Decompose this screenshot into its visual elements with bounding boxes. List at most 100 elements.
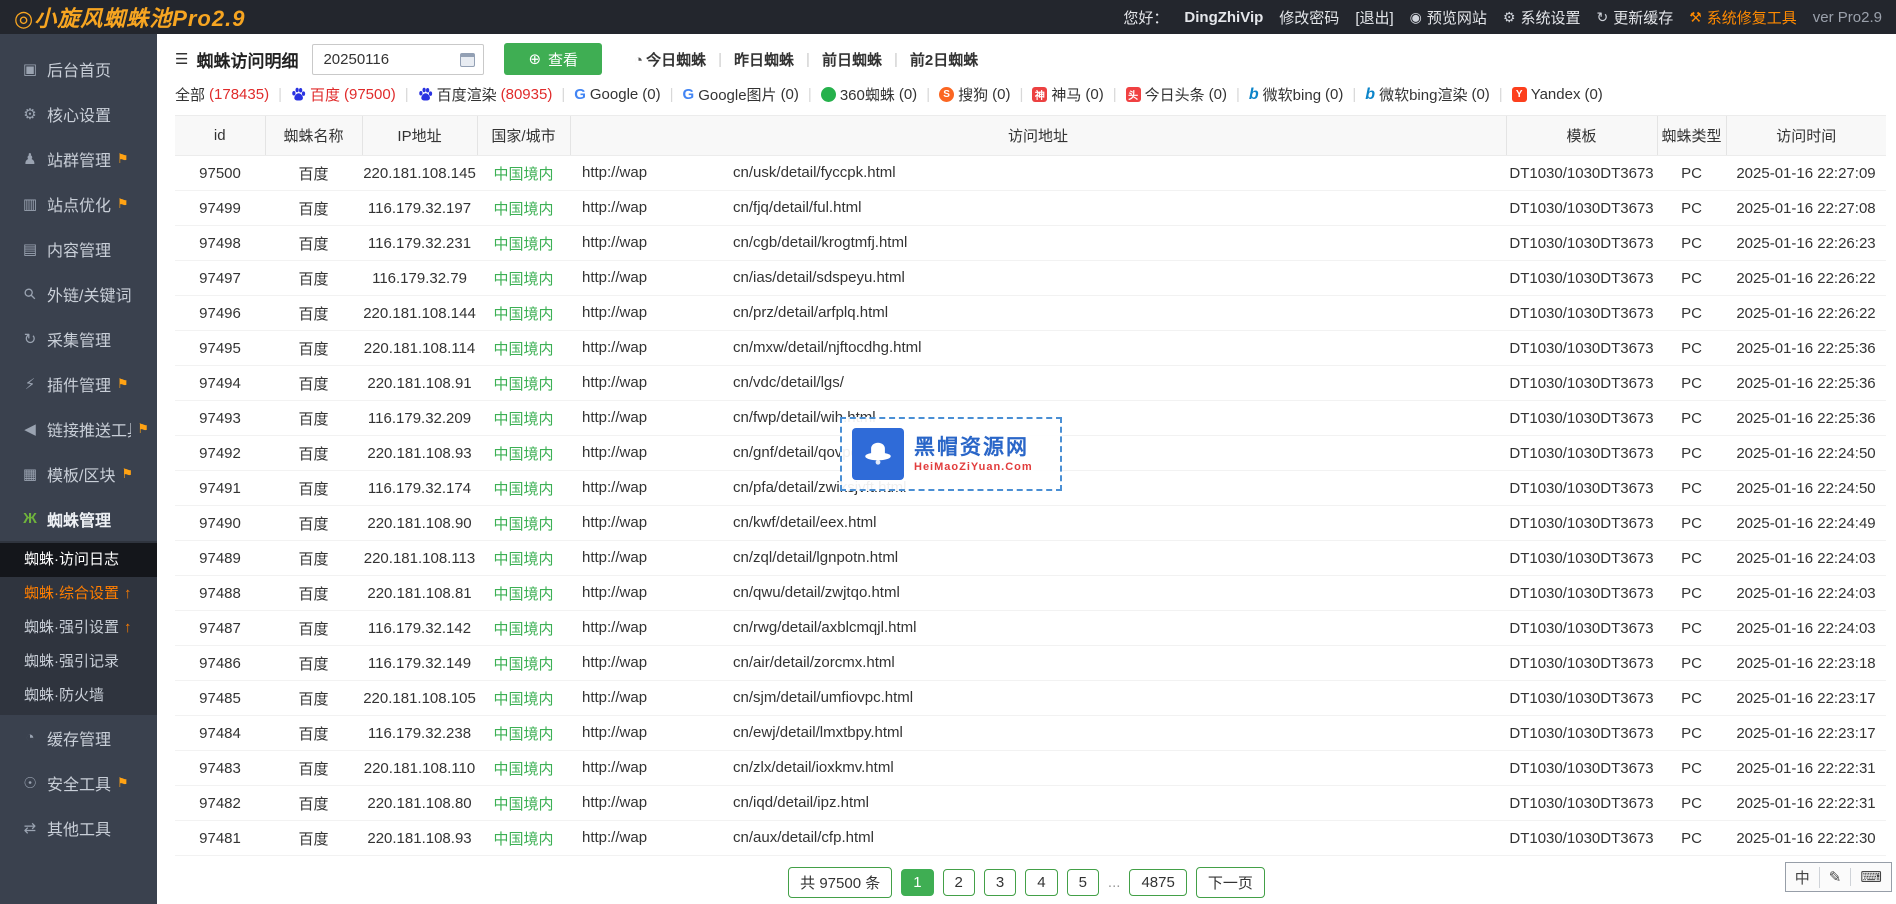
view-button[interactable]: ⊕ 查看 <box>504 43 602 75</box>
filter-item-11[interactable]: YYandex(0) <box>1512 86 1603 103</box>
ime-pen-icon[interactable]: ✎ <box>1820 868 1852 886</box>
sidebar-item-collect-manage[interactable]: ↻采集管理 <box>0 316 157 361</box>
quick-link-0[interactable]: ◔今日蜘蛛 <box>634 49 706 70</box>
sidebar-item-cache-manage[interactable]: ◔缓存管理 <box>0 715 157 760</box>
cell-time: 2025-01-16 22:26:22 <box>1726 261 1886 296</box>
url-path: cn/prz/detail/arfplq.html <box>733 304 888 321</box>
sidebar-item-spider-manage[interactable]: Ж蜘蛛管理 <box>0 496 157 541</box>
cell-time: 2025-01-16 22:23:17 <box>1726 681 1886 716</box>
page-button-下一页[interactable]: 下一页 <box>1196 867 1265 898</box>
logout-link[interactable]: [退出] <box>1355 7 1393 28</box>
quick-link-2[interactable]: 前日蜘蛛 <box>822 49 882 70</box>
blocks-icon: ▦ <box>18 465 42 483</box>
filter-count: (0) <box>642 86 660 103</box>
cell-id: 97500 <box>175 156 265 191</box>
column-header-6: 蜘蛛类型 <box>1657 116 1726 156</box>
ime-toolbar[interactable]: 中✎⌨ <box>1785 862 1892 892</box>
sidebar-subitem-spider-force-settings[interactable]: 蜘蛛·强引设置↑ <box>0 611 157 645</box>
sidebar-item-site-optimize[interactable]: ▥站点优化⚑ <box>0 181 157 226</box>
cell-url: http://wapcn/ias/detail/sdspeyu.html <box>570 261 1506 296</box>
preview-site-link[interactable]: ◉ 预览网站 <box>1410 7 1487 28</box>
cell-id: 97484 <box>175 716 265 751</box>
cell-spider-type: PC <box>1657 716 1726 751</box>
page-button-4875[interactable]: 4875 <box>1129 869 1186 896</box>
topbar-menu: 您好： DingZhiVip 修改密码 [退出] ◉ 预览网站 ⚙ 系统设置 ↻… <box>1123 7 1882 28</box>
filter-item-2[interactable]: 百度渲染(80935) <box>418 84 553 105</box>
sync-icon: ↻ <box>18 330 42 348</box>
filter-item-8[interactable]: 头今日头条(0) <box>1126 84 1227 105</box>
region-label: 中国境内 <box>493 446 553 463</box>
cell-spider-type: PC <box>1657 541 1726 576</box>
repair-tool-link[interactable]: ⚒ 系统修复工具 <box>1689 7 1797 28</box>
filter-item-6[interactable]: S搜狗(0) <box>939 84 1010 105</box>
sidebar-item-dashboard[interactable]: ▣后台首页 <box>0 46 157 91</box>
page-button-1[interactable]: 1 <box>901 869 933 896</box>
sidebar-subitem-spider-firewall[interactable]: 蜘蛛·防火墙 <box>0 679 157 713</box>
page-button-5[interactable]: 5 <box>1067 869 1099 896</box>
sidebar-item-link-push-tools[interactable]: ◀链接推送工具⚑ <box>0 406 157 451</box>
filter-item-3[interactable]: GGoogle(0) <box>574 86 660 103</box>
timer-icon: ◔ <box>18 729 42 746</box>
sidebar-item-label: 核心设置 <box>47 102 111 126</box>
cell-id: 97481 <box>175 821 265 856</box>
sidebar-subitem-label: 蜘蛛·强引设置 <box>24 619 119 636</box>
filter-item-1[interactable]: 百度(97500) <box>291 84 396 105</box>
sidebar-item-links-keywords[interactable]: ⚲外链/关键词 <box>0 271 157 316</box>
date-input[interactable] <box>312 44 484 75</box>
sidebar-item-plugin-manage[interactable]: ⚡插件管理⚑ <box>0 361 157 406</box>
sidebar: ▣后台首页⚙核心设置♟站群管理⚑▥站点优化⚑▤内容管理⚲外链/关键词↻采集管理⚡… <box>0 34 157 904</box>
system-settings-link[interactable]: ⚙ 系统设置 <box>1503 7 1581 28</box>
cell-ip: 116.179.32.197 <box>362 191 477 226</box>
baidu-icon <box>291 87 306 102</box>
wrench-icon: ⚒ <box>1689 9 1702 26</box>
cell-ip: 220.181.108.80 <box>362 786 477 821</box>
calendar-icon[interactable] <box>460 53 475 67</box>
watermark: 黑帽资源网 HeiMaoZiYuan.Com <box>840 417 1062 491</box>
filter-item-9[interactable]: b微软bing(0) <box>1249 84 1344 105</box>
update-cache-link[interactable]: ↻ 更新缓存 <box>1596 7 1673 28</box>
cell-ip: 116.179.32.79 <box>362 261 477 296</box>
censored-domain <box>647 234 733 252</box>
page-button-4[interactable]: 4 <box>1025 869 1057 896</box>
cell-template: DT1030/1030DT3673 <box>1506 611 1657 646</box>
sidebar-item-template-blocks[interactable]: ▦模板/区块⚑ <box>0 451 157 496</box>
quick-link-3[interactable]: 前2日蜘蛛 <box>910 49 978 70</box>
cell-region: 中国境内 <box>477 786 570 821</box>
sidebar-item-other-tools[interactable]: ⇄其他工具 <box>0 805 157 850</box>
sidebar-subitem-spider-force-records[interactable]: 蜘蛛·强引记录 <box>0 645 157 679</box>
pagination-buttons: 12345...4875下一页 <box>901 867 1265 898</box>
sidebar-item-core-settings[interactable]: ⚙核心设置 <box>0 91 157 136</box>
quick-link-separator: | <box>806 51 810 68</box>
cell-region: 中国境内 <box>477 576 570 611</box>
page-button-3[interactable]: 3 <box>984 869 1016 896</box>
cell-id: 97499 <box>175 191 265 226</box>
censored-domain <box>647 724 733 742</box>
sidebar-subitem-spider-access-log[interactable]: 蜘蛛·访问日志 <box>0 543 157 577</box>
cell-time: 2025-01-16 22:24:03 <box>1726 541 1886 576</box>
table-body: 97500百度220.181.108.145中国境内http://wapcn/u… <box>175 156 1886 856</box>
filter-item-5[interactable]: 360蜘蛛(0) <box>821 84 917 105</box>
censored-domain <box>647 374 733 392</box>
change-password-link[interactable]: 修改密码 <box>1279 7 1339 28</box>
ime-keyboard-icon[interactable]: ⌨ <box>1851 868 1891 886</box>
column-header-3: 国家/城市 <box>477 116 570 156</box>
sidebar-item-security-tools[interactable]: ☉安全工具⚑ <box>0 760 157 805</box>
page-button-2[interactable]: 2 <box>943 869 975 896</box>
sidebar-subitem-label: 蜘蛛·访问日志 <box>24 551 119 568</box>
cell-template: DT1030/1030DT3673 <box>1506 226 1657 261</box>
filter-item-0[interactable]: 全部(178435) <box>175 84 269 105</box>
sidebar-subitem-spider-general-settings[interactable]: 蜘蛛·综合设置↑ <box>0 577 157 611</box>
url-path: cn/ias/detail/sdspeyu.html <box>733 269 905 286</box>
censored-domain <box>647 339 733 357</box>
url-prefix: http://wap <box>582 444 647 461</box>
watermark-domain: HeiMaoZiYuan.Com <box>914 461 1033 473</box>
ime-lang-indicator[interactable]: 中 <box>1786 867 1820 888</box>
sidebar-item-content-manage[interactable]: ▤内容管理 <box>0 226 157 271</box>
filter-item-10[interactable]: b微软bing渲染(0) <box>1365 84 1490 105</box>
cell-region: 中国境内 <box>477 611 570 646</box>
filter-item-4[interactable]: GGoogle图片(0) <box>683 84 799 105</box>
filter-item-7[interactable]: 神神马(0) <box>1032 84 1103 105</box>
quick-link-1[interactable]: 昨日蜘蛛 <box>734 49 794 70</box>
sidebar-item-site-group[interactable]: ♟站群管理⚑ <box>0 136 157 181</box>
url-path: cn/mxw/detail/njftocdhg.html <box>733 339 921 356</box>
